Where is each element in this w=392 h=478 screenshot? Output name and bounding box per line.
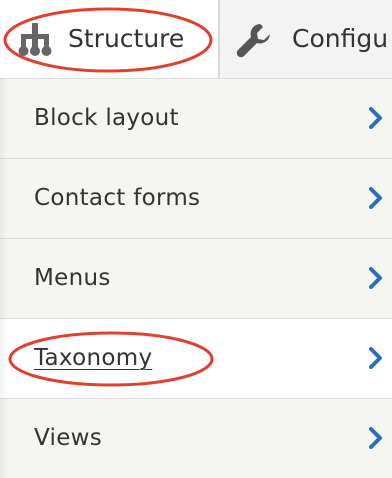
admin-menu-page: Structure Configu Block layout Contact f… [0, 0, 392, 478]
chevron-right-icon [368, 347, 384, 369]
tab-configuration-label: Configu [292, 24, 389, 53]
tab-configuration[interactable]: Configu [218, 0, 392, 78]
structure-menu: Block layout Contact forms Menus Taxonom… [0, 78, 392, 478]
tab-structure-label: Structure [68, 24, 185, 53]
menu-item-label: Contact forms [34, 185, 201, 211]
menu-item-menus[interactable]: Menus [0, 238, 392, 318]
menu-item-block-layout[interactable]: Block layout [0, 78, 392, 158]
chevron-right-icon [368, 267, 384, 289]
admin-toolbar: Structure Configu [0, 0, 392, 78]
menu-item-label: Menus [34, 265, 111, 291]
chevron-right-icon [368, 427, 384, 449]
menu-item-taxonomy[interactable]: Taxonomy [0, 318, 392, 398]
menu-item-views[interactable]: Views [0, 398, 392, 478]
chevron-right-icon [368, 187, 384, 209]
tab-structure[interactable]: Structure [0, 0, 218, 78]
menu-item-contact-forms[interactable]: Contact forms [0, 158, 392, 238]
menu-item-label: Block layout [34, 105, 179, 131]
wrench-icon [234, 20, 274, 60]
sitemap-icon [16, 23, 54, 57]
chevron-right-icon [368, 107, 384, 129]
menu-item-label: Taxonomy [34, 345, 153, 371]
menu-item-label: Views [34, 425, 103, 451]
